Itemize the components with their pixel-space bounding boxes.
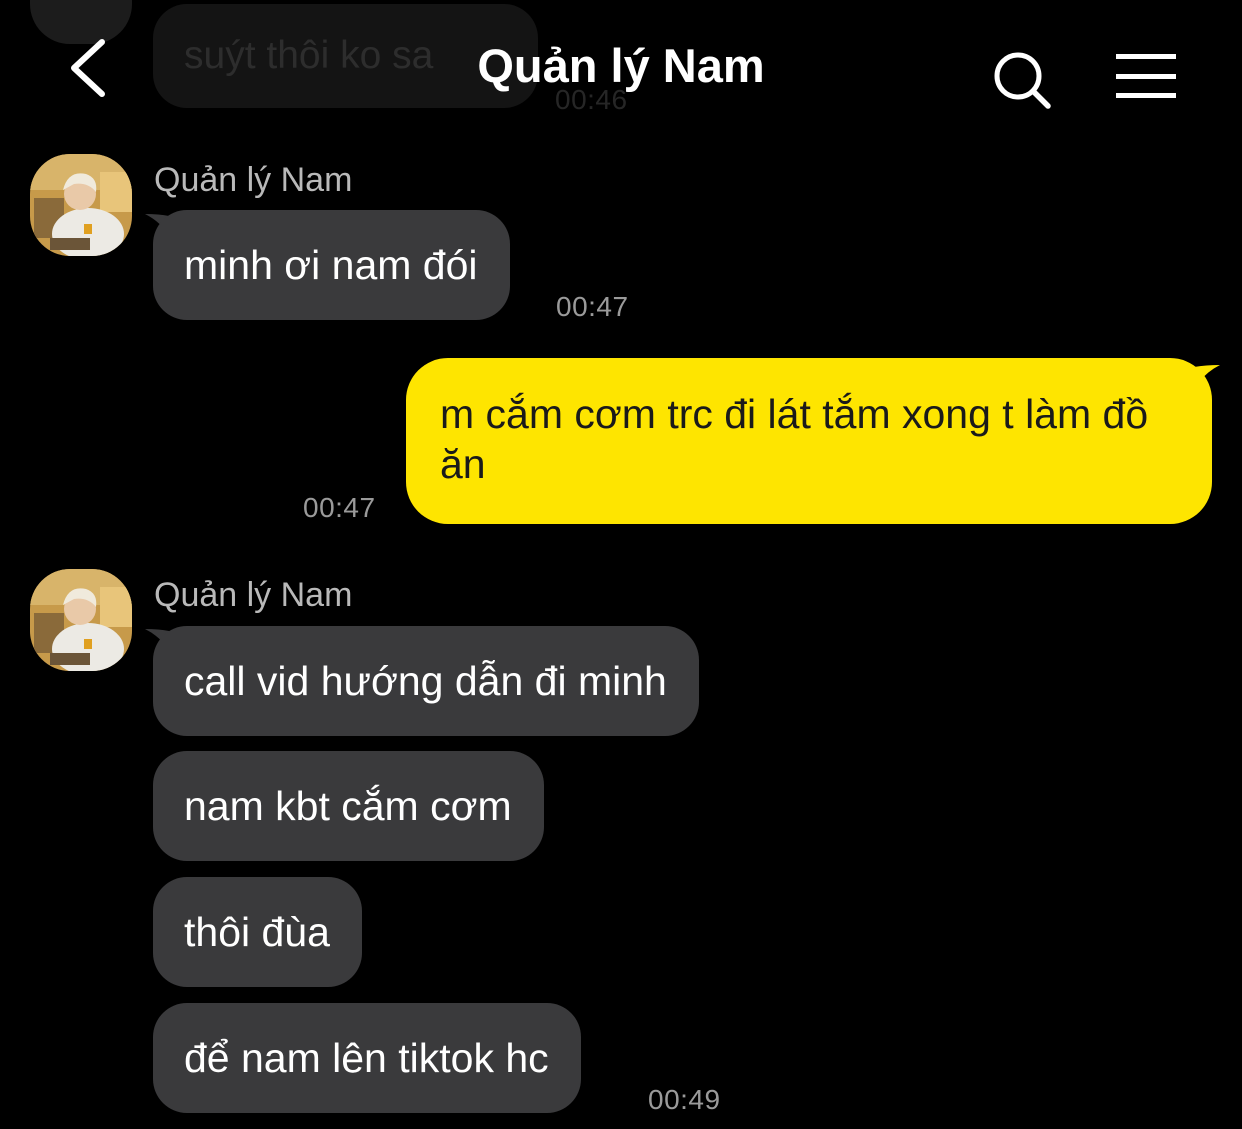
search-icon[interactable] <box>990 48 1056 114</box>
message-time: 00:47 <box>556 291 629 322</box>
bubble-tail <box>1194 365 1220 389</box>
message-bubble-incoming[interactable]: call vid hướng dẫn đi minh <box>153 626 699 736</box>
message-text: nam kbt cắm cơm <box>184 783 512 829</box>
message-bubble-incoming[interactable]: để nam lên tiktok hc <box>153 1003 581 1113</box>
hamburger-menu-icon[interactable] <box>1112 50 1180 102</box>
message-time: 00:47 <box>303 492 376 523</box>
message-text: m cắm cơm trc đi lát tắm xong t làm đồ ă… <box>440 391 1149 487</box>
message-text: minh ơi nam đói <box>184 242 478 288</box>
message-text: thôi đùa <box>184 909 330 955</box>
sender-avatar[interactable] <box>30 154 132 256</box>
message-bubble-incoming[interactable]: thôi đùa <box>153 877 362 987</box>
message-time: 00:49 <box>648 1084 721 1115</box>
sender-name: Quản lý Nam <box>154 576 353 614</box>
message-text: call vid hướng dẫn đi minh <box>184 658 667 704</box>
message-text: để nam lên tiktok hc <box>184 1035 549 1081</box>
sender-avatar[interactable] <box>30 569 132 671</box>
message-bubble-incoming[interactable]: nam kbt cắm cơm <box>153 751 544 861</box>
sender-name: Quản lý Nam <box>154 161 353 199</box>
chat-header: Quản lý Nam <box>0 0 1242 132</box>
message-bubble-incoming[interactable]: minh ơi nam đói <box>153 210 510 320</box>
message-bubble-outgoing[interactable]: m cắm cơm trc đi lát tắm xong t làm đồ ă… <box>406 358 1212 524</box>
